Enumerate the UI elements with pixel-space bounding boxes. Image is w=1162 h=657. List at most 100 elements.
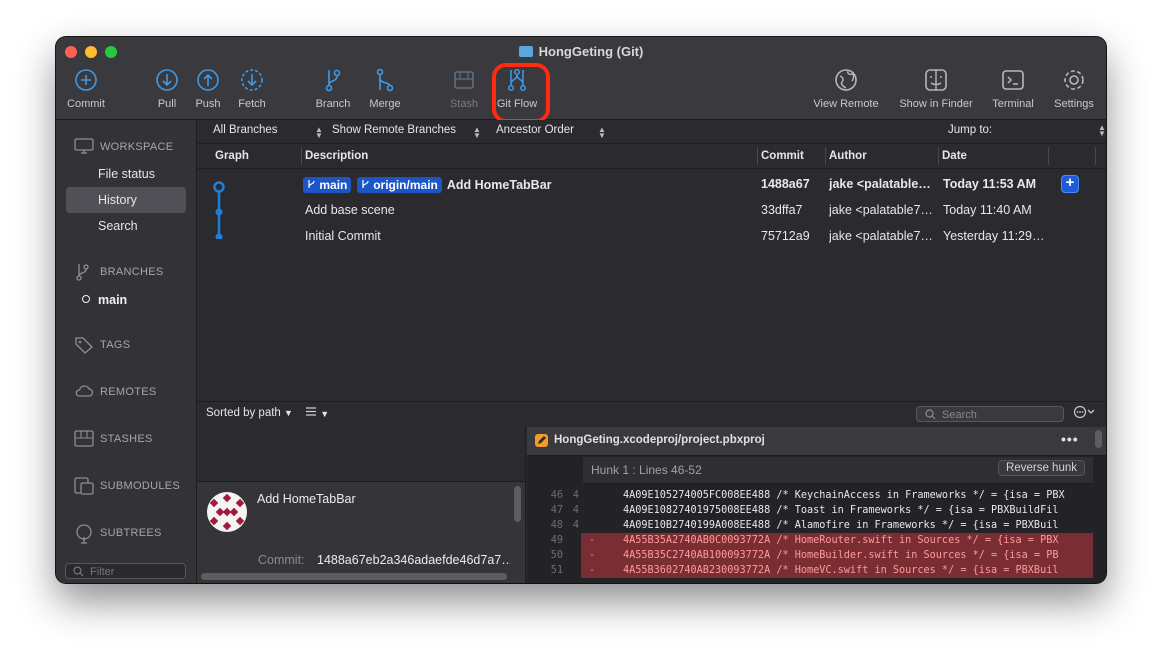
window-title: HongGeting (Git) xyxy=(56,44,1106,59)
push-icon xyxy=(197,69,219,91)
search-icon xyxy=(925,409,936,420)
more-icon[interactable]: ••• xyxy=(1061,431,1079,447)
chevron-updown-icon: ▲ ▼ xyxy=(598,125,606,140)
terminal-icon xyxy=(1002,70,1024,90)
sidebar-item-branch-main[interactable]: main xyxy=(82,293,127,307)
diff-line[interactable]: 48 4 4A09E10B2740199A008EE488 /* Alamofire… xyxy=(543,518,1093,533)
branch-button[interactable]: Branch xyxy=(312,67,354,110)
branches-dropdown[interactable]: All Branches ▲ ▼ xyxy=(213,124,323,140)
sort-dropdown[interactable]: Sorted by path ▼ xyxy=(206,407,293,419)
add-button[interactable]: + xyxy=(1061,175,1079,193)
diff-view: HongGeting.xcodeproj/project.pbxproj •••… xyxy=(527,427,1106,583)
commit-detail-panel: Add HomeTabBar Commit: 1488a67eb2a346ada… xyxy=(197,481,525,583)
commit-hash-label: Commit: xyxy=(258,553,305,567)
column-author[interactable]: Author xyxy=(829,150,867,162)
commit-button[interactable]: Commit xyxy=(64,67,108,110)
current-branch-icon xyxy=(82,295,90,303)
commit-description: main origin/main Add HomeTabBar xyxy=(303,177,748,193)
cloud-icon xyxy=(75,385,94,397)
chevron-down-icon: ▼ xyxy=(320,409,330,419)
settings-button[interactable]: Settings xyxy=(1050,67,1098,110)
hunk-label: Hunk 1 : Lines 46-52 xyxy=(591,463,702,477)
commit-author: jake <palatable… xyxy=(829,177,931,191)
commit-hash: 33dffa7 xyxy=(761,203,803,217)
column-divider[interactable] xyxy=(1095,147,1096,165)
commit-description: Initial Commit xyxy=(305,229,381,243)
view-options-dropdown[interactable]: ▼ xyxy=(305,406,329,420)
jump-to-dropdown[interactable]: Jump to: ▲ ▼ xyxy=(948,124,1106,138)
chevron-updown-icon: ▲ ▼ xyxy=(473,125,481,140)
diff-line-deleted[interactable]: 49-4A55B35A2740AB0C0093772A /* HomeRoute… xyxy=(543,533,1093,548)
commit-row[interactable]: Initial Commit 75712a9 jake <palatable7…… xyxy=(197,224,1106,250)
chevron-updown-icon: ▲ ▼ xyxy=(1098,123,1106,138)
push-button[interactable]: Push xyxy=(192,67,224,110)
column-divider[interactable] xyxy=(301,147,302,165)
column-graph[interactable]: Graph xyxy=(215,150,249,162)
diff-lines: 46 4 4A09E105274005FC008EE488 /* KeychainA… xyxy=(543,488,1093,578)
branch-tag[interactable]: origin/main xyxy=(356,177,442,193)
merge-button[interactable]: Merge xyxy=(366,67,404,110)
avatar xyxy=(207,492,247,532)
column-divider[interactable] xyxy=(757,147,758,165)
branch-icon xyxy=(76,264,89,281)
diff-file-name: HongGeting.xcodeproj/project.pbxproj xyxy=(554,434,765,446)
globe-icon xyxy=(835,69,857,91)
order-dropdown[interactable]: Ancestor Order ▲ ▼ xyxy=(496,124,606,140)
more-options-button[interactable] xyxy=(1073,405,1097,422)
remote-branches-dropdown[interactable]: Show Remote Branches ▲ ▼ xyxy=(332,124,481,140)
commit-icon xyxy=(75,69,97,91)
commit-row[interactable]: main origin/main Add HomeTabBar 1488a67 … xyxy=(197,172,1106,198)
pull-button[interactable]: Pull xyxy=(152,67,182,110)
show-in-finder-button[interactable]: Show in Finder xyxy=(896,67,976,110)
sidebar-item-search[interactable]: Search xyxy=(66,213,186,239)
diff-scrollbar[interactable] xyxy=(1095,430,1102,448)
stash-icon xyxy=(74,430,94,447)
stash-button[interactable]: Stash xyxy=(448,67,480,110)
fetch-button[interactable]: Fetch xyxy=(234,67,270,110)
fetch-icon xyxy=(241,69,263,91)
column-divider[interactable] xyxy=(1048,147,1049,165)
branch-icon xyxy=(308,180,315,188)
submodule-icon xyxy=(74,477,94,495)
commit-detail-scrollbar[interactable] xyxy=(514,486,521,522)
commit-table-header: Graph Description Commit Author Date xyxy=(197,144,1106,169)
pull-icon xyxy=(156,69,178,91)
commit-row[interactable]: Add base scene 33dffa7 jake <palatable7…… xyxy=(197,198,1106,224)
diff-line-deleted[interactable]: 51-4A55B3602740AB230093772A /* HomeVC.sw… xyxy=(543,563,1093,578)
commit-full-hash: 1488a67eb2a346adaefde46d7a7… xyxy=(317,553,511,567)
diff-line[interactable]: 47 4 4A09E10827401975008EE488 /* Toast in … xyxy=(543,503,1093,518)
app-window: HongGeting (Git) Commit Pull Push Fetch … xyxy=(56,37,1106,583)
commit-date: Yesterday 11:29… xyxy=(943,229,1045,243)
column-divider[interactable] xyxy=(825,147,826,165)
column-description[interactable]: Description xyxy=(305,150,368,162)
search-input[interactable]: Search xyxy=(916,406,1064,422)
terminal-button[interactable]: Terminal xyxy=(988,67,1038,110)
lower-toolbar: Sorted by path ▼ ▼ Search xyxy=(197,401,1106,428)
sidebar: WORKSPACE File status History Search BRA… xyxy=(56,120,197,583)
monitor-icon xyxy=(74,138,94,154)
diff-line-deleted[interactable]: 50-4A55B35C2740AB100093772A /* HomeBuild… xyxy=(543,548,1093,563)
folder-icon xyxy=(518,46,533,57)
commit-author: jake <palatable7… xyxy=(829,203,933,217)
history-view: All Branches ▲ ▼ Show Remote Branches ▲ ▼ An… xyxy=(197,120,1106,583)
tag-icon xyxy=(75,337,93,354)
sidebar-item-history[interactable]: History xyxy=(66,187,186,213)
view-remote-button[interactable]: View Remote xyxy=(810,67,882,110)
ellipsis-circle-icon xyxy=(1073,405,1095,419)
sidebar-item-file-status[interactable]: File status xyxy=(66,161,186,187)
branch-tag[interactable]: main xyxy=(303,177,352,193)
column-commit[interactable]: Commit xyxy=(761,150,804,162)
hunk-header: Hunk 1 : Lines 46-52 Reverse hunk xyxy=(583,457,1093,484)
branch-icon xyxy=(362,180,369,188)
reverse-hunk-button[interactable]: Reverse hunk xyxy=(998,460,1085,476)
commit-date: Today 11:53 AM xyxy=(943,177,1037,191)
diff-line[interactable]: 46 4 4A09E105274005FC008EE488 /* KeychainA… xyxy=(543,488,1093,503)
sidebar-filter-input[interactable]: Filter xyxy=(65,563,186,579)
tree-icon xyxy=(76,524,92,544)
column-divider[interactable] xyxy=(938,147,939,165)
finder-icon xyxy=(925,69,947,91)
chevron-down-icon: ▼ xyxy=(284,408,293,418)
commit-detail-hscrollbar[interactable] xyxy=(201,573,507,580)
commit-hash: 75712a9 xyxy=(761,229,810,243)
column-date[interactable]: Date xyxy=(942,150,967,162)
